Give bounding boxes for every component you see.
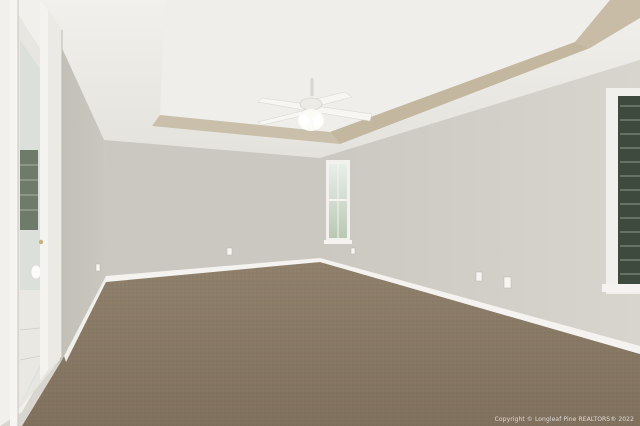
outlet-back	[226, 247, 233, 256]
outlet-back-right	[350, 247, 356, 255]
back-wall	[104, 140, 320, 280]
room-scene	[0, 0, 640, 426]
outlet-right-2	[503, 276, 512, 289]
copyright-watermark: Copyright © Longleaf Pine REALTORS® 2022	[494, 416, 634, 423]
doorway	[0, 0, 63, 426]
window-right	[602, 88, 640, 294]
window-back	[324, 160, 352, 244]
room-photo: Copyright © Longleaf Pine REALTORS® 2022	[0, 0, 640, 426]
outlet-left	[95, 263, 101, 272]
outlet-right-1	[475, 271, 483, 282]
